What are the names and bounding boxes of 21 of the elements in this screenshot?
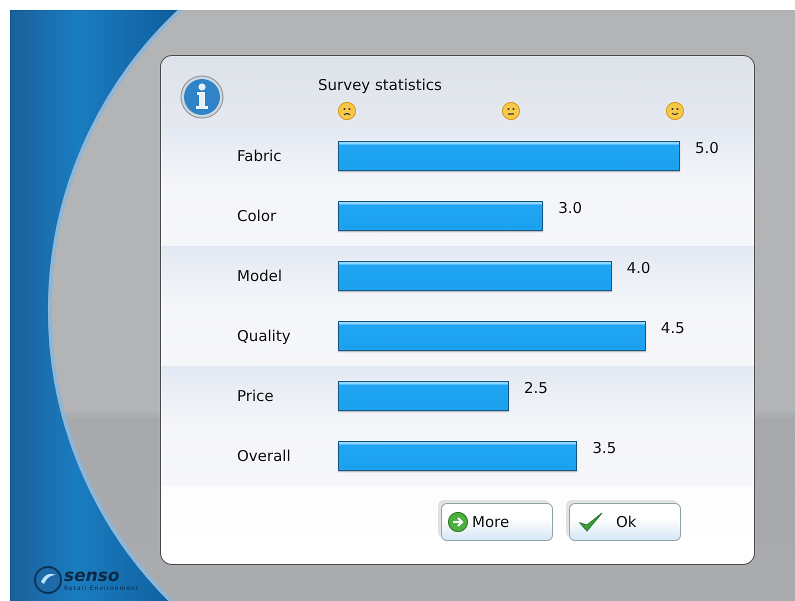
row-label: Color [236, 207, 278, 225]
row-label: Model [236, 267, 284, 285]
row-label: Fabric [236, 147, 283, 165]
score-value: 2.5 [524, 379, 548, 397]
logo-name: senso [64, 568, 120, 585]
happy-face-icon [666, 102, 684, 120]
score-value: 3.0 [558, 199, 582, 217]
score-value: 5.0 [695, 139, 719, 157]
info-icon [180, 75, 224, 119]
row-label: Quality [236, 327, 292, 345]
checkmark-icon [578, 511, 604, 533]
more-button[interactable]: More [441, 503, 553, 541]
row-label: Overall [236, 447, 292, 465]
ok-button[interactable]: Ok [569, 503, 681, 541]
score-value: 3.5 [592, 439, 616, 457]
sad-face-icon [338, 102, 356, 120]
row-label: Price [236, 387, 275, 405]
dialog-title: Survey statistics [318, 76, 442, 94]
score-value: 4.0 [626, 259, 650, 277]
neutral-face-icon [502, 102, 520, 120]
score-value: 4.5 [660, 319, 685, 337]
